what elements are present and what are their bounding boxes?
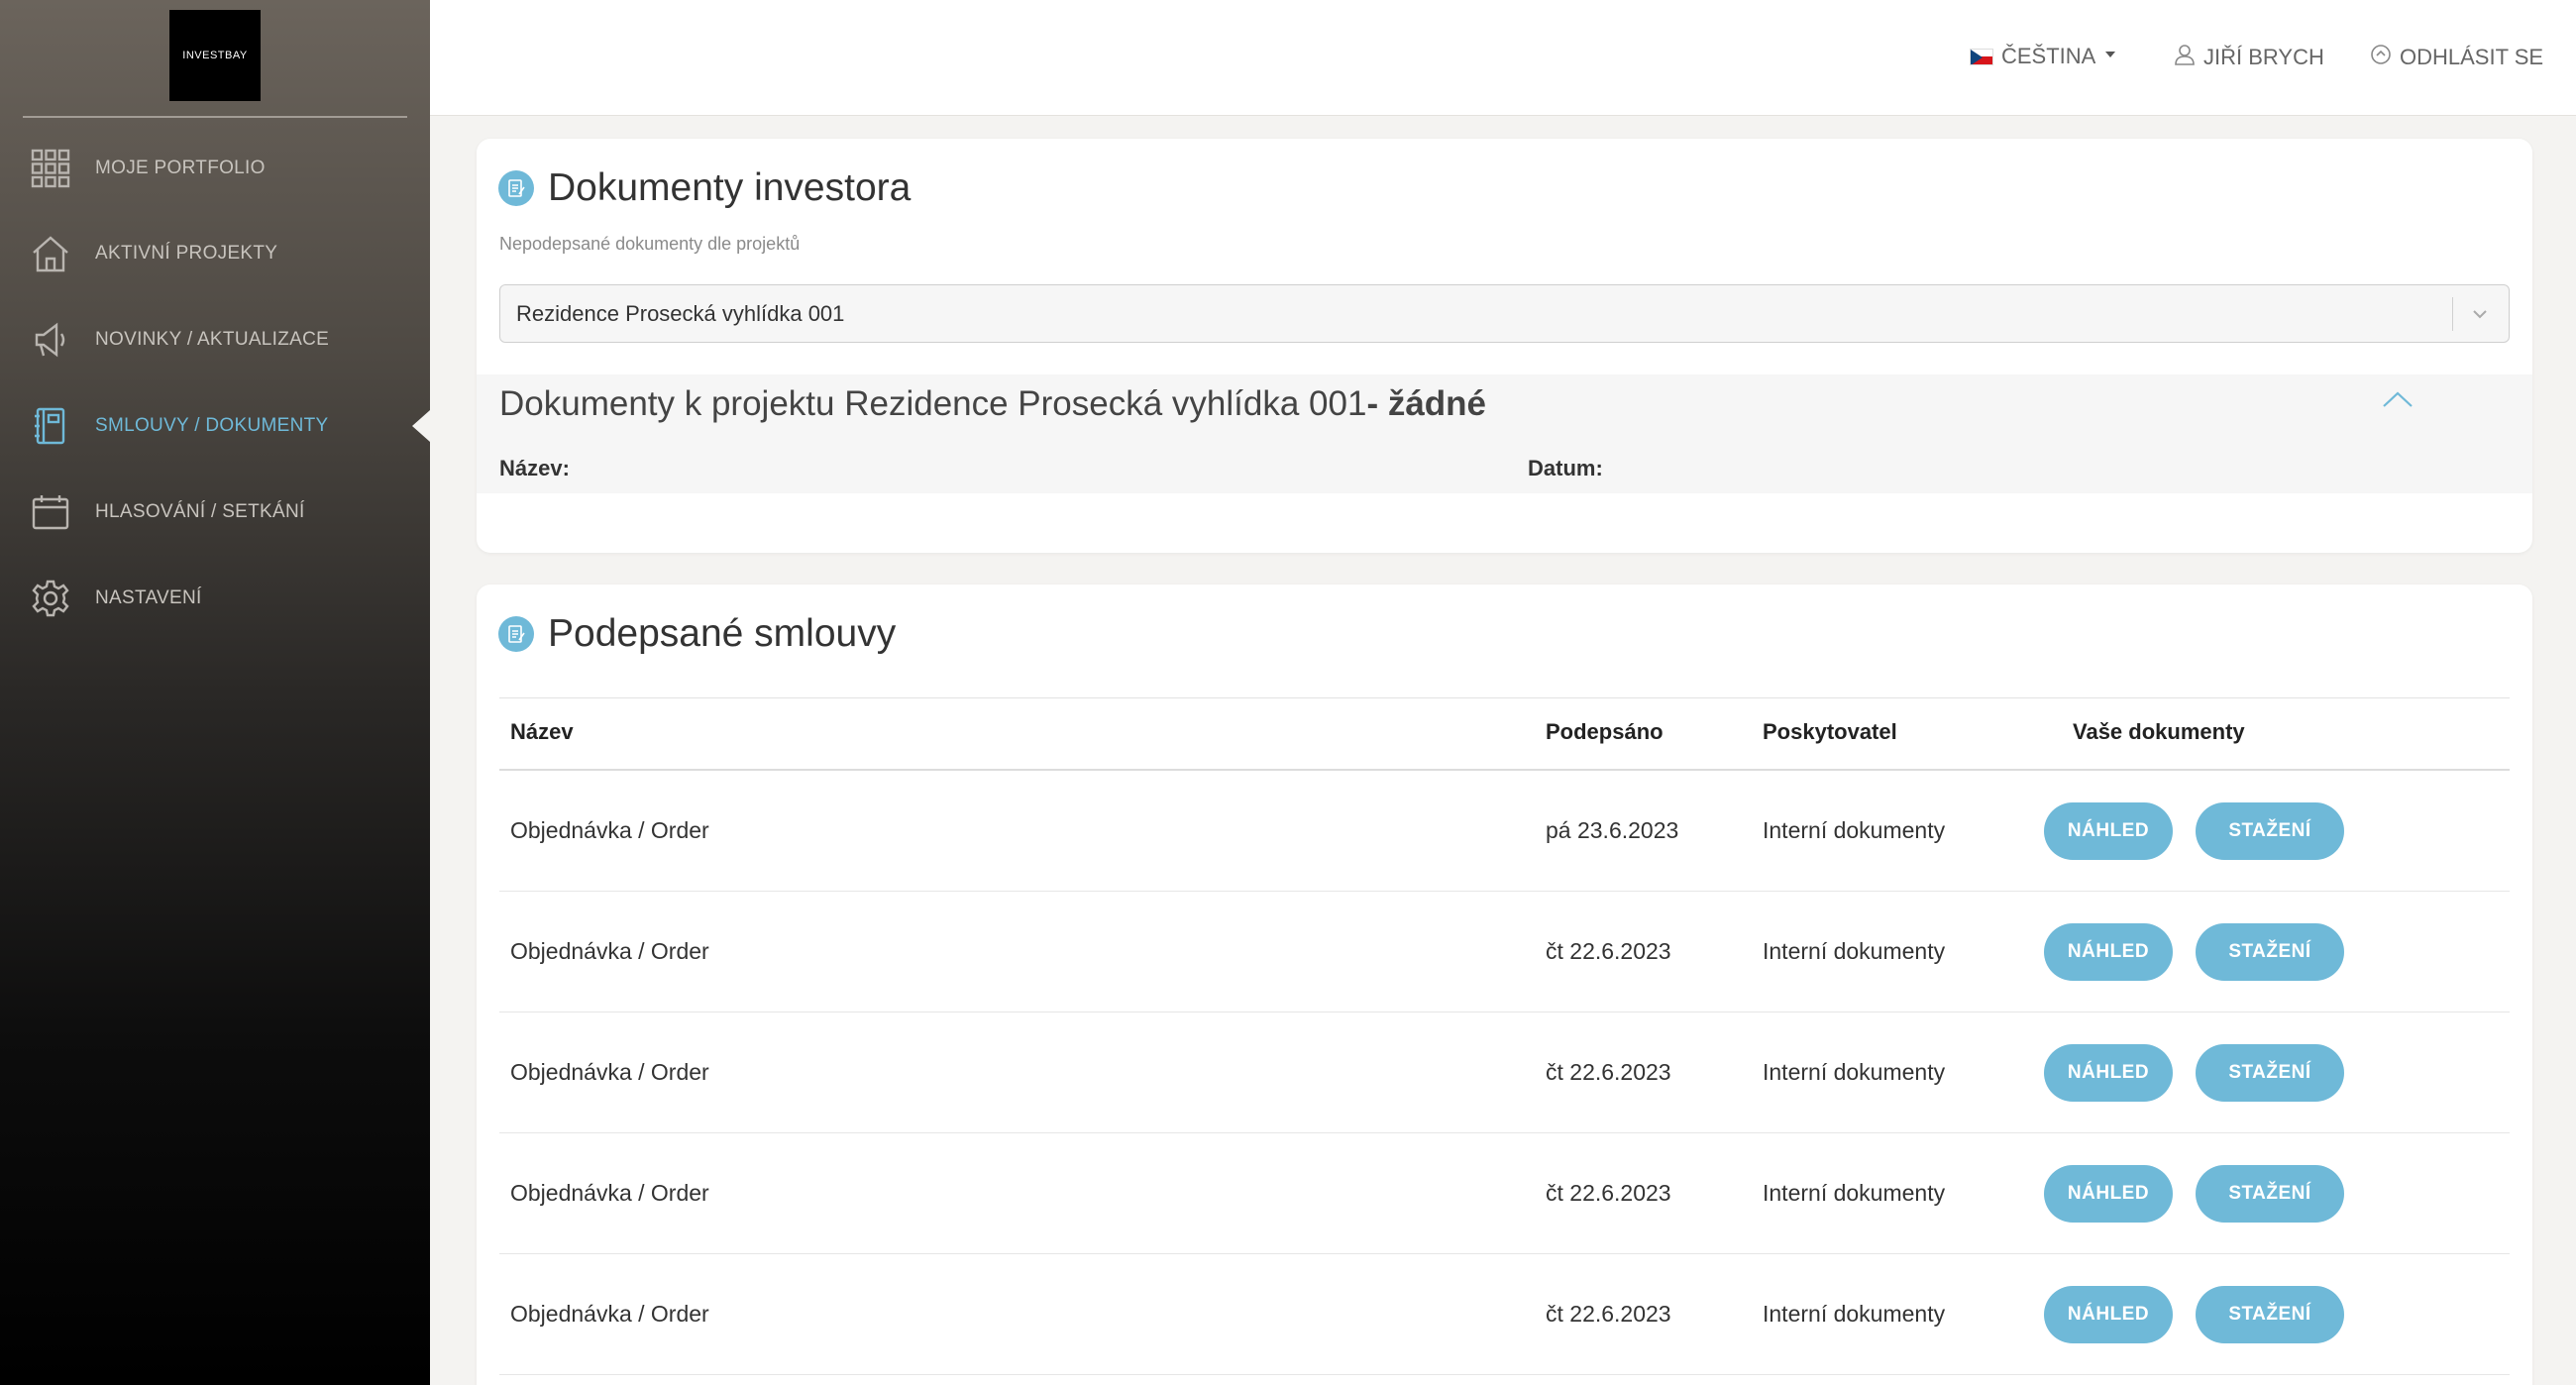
sidebar-item-documents[interactable]: SMLOUVY / DOKUMENTY <box>0 396 430 456</box>
signed-contracts-card: Podepsané smlouvy Název Podepsáno Poskyt… <box>477 585 2532 1385</box>
logo-text: INVESTBAY <box>182 50 248 61</box>
sidebar-item-label: AKTIVNÍ PROJEKTY <box>95 243 278 264</box>
column-header-signed: Podepsáno <box>1546 719 1664 744</box>
sidebar-item-label: NOVINKY / AKTUALIZACE <box>95 329 330 350</box>
row-provider: Interní dokumenty <box>1763 1180 1946 1206</box>
caret-down-icon <box>2105 52 2116 57</box>
preview-button[interactable]: NÁHLED <box>2044 1165 2173 1223</box>
sidebar-divider <box>23 116 407 118</box>
sidebar: INVESTBAY MOJE PORTFOLIO AKTIVNÍ PROJEKT… <box>0 0 430 1385</box>
card-subtitle: Nepodepsané dokumenty dle projektů <box>499 234 801 254</box>
row-name: Objednávka / Order <box>510 817 709 843</box>
row-name: Objednávka / Order <box>510 1059 709 1085</box>
select-separator <box>2452 297 2453 331</box>
page-title: Dokumenty investora <box>548 166 912 209</box>
preview-button[interactable]: NÁHLED <box>2044 923 2173 981</box>
selected-project: Rezidence Prosecká vyhlídka 001 <box>516 301 845 326</box>
sidebar-item-label: SMLOUVY / DOKUMENTY <box>95 415 329 436</box>
gear-icon <box>30 578 71 619</box>
brand-logo[interactable]: INVESTBAY <box>169 10 261 101</box>
row-signed-date: čt 22.6.2023 <box>1546 1059 1671 1085</box>
user-name: JIŘÍ BRYCH <box>2203 45 2324 69</box>
row-signed-date: čt 22.6.2023 <box>1546 1301 1671 1327</box>
notebook-icon <box>30 405 71 447</box>
row-provider: Interní dokumenty <box>1763 1301 1946 1327</box>
user-icon <box>2174 44 2196 71</box>
document-edit-icon <box>498 616 534 652</box>
column-header-documents: Vaše dokumenty <box>2073 719 2245 744</box>
sidebar-item-portfolio[interactable]: MOJE PORTFOLIO <box>0 139 430 198</box>
table-row: Objednávka / Order čt 22.6.2023 Interní … <box>499 1133 2510 1254</box>
sidebar-item-label: NASTAVENÍ <box>95 587 202 608</box>
column-header-name: Název <box>510 719 574 744</box>
table-row: Objednávka / Order pá 23.6.2023 Interní … <box>499 771 2510 892</box>
logout-link[interactable]: ODHLÁSIT SE <box>2370 44 2543 71</box>
column-name-label: Název: <box>499 456 570 480</box>
logout-label: ODHLÁSIT SE <box>2400 45 2544 69</box>
project-heading-text: Dokumenty k projektu Rezidence Prosecká … <box>499 384 1367 423</box>
chevron-up-icon <box>2383 391 2413 407</box>
download-button[interactable]: STAŽENÍ <box>2196 923 2344 981</box>
home-icon <box>30 233 71 274</box>
row-name: Objednávka / Order <box>510 1301 709 1327</box>
row-provider: Interní dokumenty <box>1763 1059 1946 1085</box>
megaphone-icon <box>30 319 71 361</box>
download-button[interactable]: STAŽENÍ <box>2196 1286 2344 1343</box>
project-heading: Dokumenty k projektu Rezidence Prosecká … <box>499 384 1486 424</box>
row-name: Objednávka / Order <box>510 1180 709 1206</box>
language-label: ČEŠTINA <box>2001 44 2096 68</box>
collapse-button[interactable] <box>2381 388 2415 415</box>
table-row: Objednávka / Order čt 22.6.2023 Interní … <box>499 1254 2510 1375</box>
card-header: Dokumenty investora <box>498 166 911 210</box>
user-menu[interactable]: JIŘÍ BRYCH <box>2174 44 2324 71</box>
sidebar-item-news[interactable]: NOVINKY / AKTUALIZACE <box>0 310 430 370</box>
table-row: Objednávka / Order čt 22.6.2023 Interní … <box>499 1012 2510 1133</box>
calendar-icon <box>30 491 71 533</box>
chevron-down-icon <box>2469 303 2491 330</box>
top-header: ČEŠTINA JIŘÍ BRYCH ODHLÁSIT SE <box>430 0 2576 116</box>
column-date-label: Datum: <box>1528 456 1603 480</box>
table-top-divider <box>499 697 2510 698</box>
preview-button[interactable]: NÁHLED <box>2044 1286 2173 1343</box>
section-title: Podepsané smlouvy <box>548 612 897 655</box>
project-status: - žádné <box>1366 384 1487 423</box>
logout-icon <box>2370 44 2392 71</box>
language-selector[interactable]: ČEŠTINA <box>1970 44 2116 69</box>
row-signed-date: čt 22.6.2023 <box>1546 1180 1671 1206</box>
table-row: Objednávka / Order čt 22.6.2023 Interní … <box>499 892 2510 1012</box>
document-edit-icon <box>498 170 534 206</box>
czech-flag-icon <box>1970 48 1993 65</box>
row-provider: Interní dokumenty <box>1763 938 1946 964</box>
sidebar-item-settings[interactable]: NASTAVENÍ <box>0 569 430 628</box>
project-documents-panel: Dokumenty k projektu Rezidence Prosecká … <box>477 374 2532 493</box>
sidebar-item-label: MOJE PORTFOLIO <box>95 158 266 178</box>
investor-documents-card: Dokumenty investora Nepodepsané dokument… <box>477 139 2532 553</box>
project-select[interactable]: Rezidence Prosecká vyhlídka 001 <box>499 284 2510 343</box>
sidebar-item-projects[interactable]: AKTIVNÍ PROJEKTY <box>0 224 430 283</box>
download-button[interactable]: STAŽENÍ <box>2196 802 2344 860</box>
download-button[interactable]: STAŽENÍ <box>2196 1044 2344 1102</box>
row-signed-date: čt 22.6.2023 <box>1546 938 1671 964</box>
sidebar-item-label: HLASOVÁNÍ / SETKÁNÍ <box>95 501 305 522</box>
download-button[interactable]: STAŽENÍ <box>2196 1165 2344 1223</box>
sidebar-item-voting[interactable]: HLASOVÁNÍ / SETKÁNÍ <box>0 482 430 542</box>
row-provider: Interní dokumenty <box>1763 817 1946 843</box>
row-name: Objednávka / Order <box>510 938 709 964</box>
row-signed-date: pá 23.6.2023 <box>1546 817 1679 843</box>
preview-button[interactable]: NÁHLED <box>2044 1044 2173 1102</box>
grid-icon <box>30 148 71 189</box>
column-header-provider: Poskytovatel <box>1763 719 1897 744</box>
preview-button[interactable]: NÁHLED <box>2044 802 2173 860</box>
card-header: Podepsané smlouvy <box>498 612 896 656</box>
active-indicator <box>412 410 430 442</box>
